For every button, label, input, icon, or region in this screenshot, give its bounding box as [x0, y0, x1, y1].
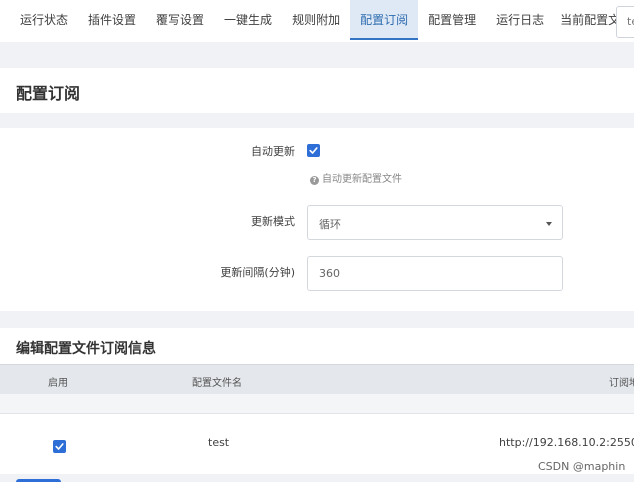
column-header-url: 订阅地 [609, 378, 634, 389]
current-config-value: te [627, 15, 634, 28]
column-header-enabled: 启用 [48, 378, 68, 389]
update-mode-select[interactable]: 循环 [307, 205, 563, 240]
table-spacer [0, 394, 634, 414]
settings-panel: 自动更新 ? 自动更新配置文件 更新模式 循环 更新间隔(分钟) 360 [0, 128, 634, 311]
question-icon: ? [310, 176, 319, 185]
tab-rule-append[interactable]: 规则附加 [282, 0, 350, 40]
current-config-select[interactable]: te [616, 6, 634, 38]
auto-update-hint: ? 自动更新配置文件 [310, 170, 402, 185]
auto-update-checkbox[interactable] [307, 144, 320, 157]
row-subscription-url: http://192.168.10.2:25500/su [499, 436, 634, 449]
auto-update-hint-text: 自动更新配置文件 [322, 174, 402, 185]
check-icon [309, 147, 318, 154]
update-interval-label: 更新间隔(分钟) [220, 266, 295, 279]
tab-plugin-settings[interactable]: 插件设置 [78, 0, 146, 40]
update-interval-input[interactable]: 360 [307, 256, 563, 291]
tab-override-settings[interactable]: 覆写设置 [146, 0, 214, 40]
top-tab-bar: 运行状态 插件设置 覆写设置 一键生成 规则附加 配置订阅 配置管理 运行日志 … [0, 0, 634, 42]
column-header-name: 配置文件名 [192, 378, 242, 389]
tab-run-log[interactable]: 运行日志 [486, 0, 554, 40]
tab-config-management[interactable]: 配置管理 [418, 0, 486, 40]
tab-config-subscription[interactable]: 配置订阅 [350, 0, 419, 40]
update-mode-value: 循环 [319, 218, 341, 231]
chevron-down-icon [546, 222, 552, 226]
subscription-section-bar: 编辑配置文件订阅信息 [0, 328, 634, 364]
tab-one-click-generate[interactable]: 一键生成 [214, 0, 282, 40]
page-title-bar: 配置订阅 [0, 68, 634, 113]
update-mode-label: 更新模式 [251, 215, 295, 228]
auto-update-label: 自动更新 [251, 145, 295, 158]
row-config-name: test [208, 436, 230, 449]
update-interval-value: 360 [319, 267, 340, 280]
check-icon [55, 443, 64, 450]
table-header: 启用 配置文件名 订阅地 [0, 364, 634, 394]
page-title: 配置订阅 [16, 84, 81, 103]
row-enabled-checkbox[interactable] [53, 440, 66, 453]
watermark: CSDN @maphin [538, 460, 626, 473]
subscription-section-title: 编辑配置文件订阅信息 [16, 341, 156, 357]
tab-status[interactable]: 运行状态 [10, 0, 78, 40]
